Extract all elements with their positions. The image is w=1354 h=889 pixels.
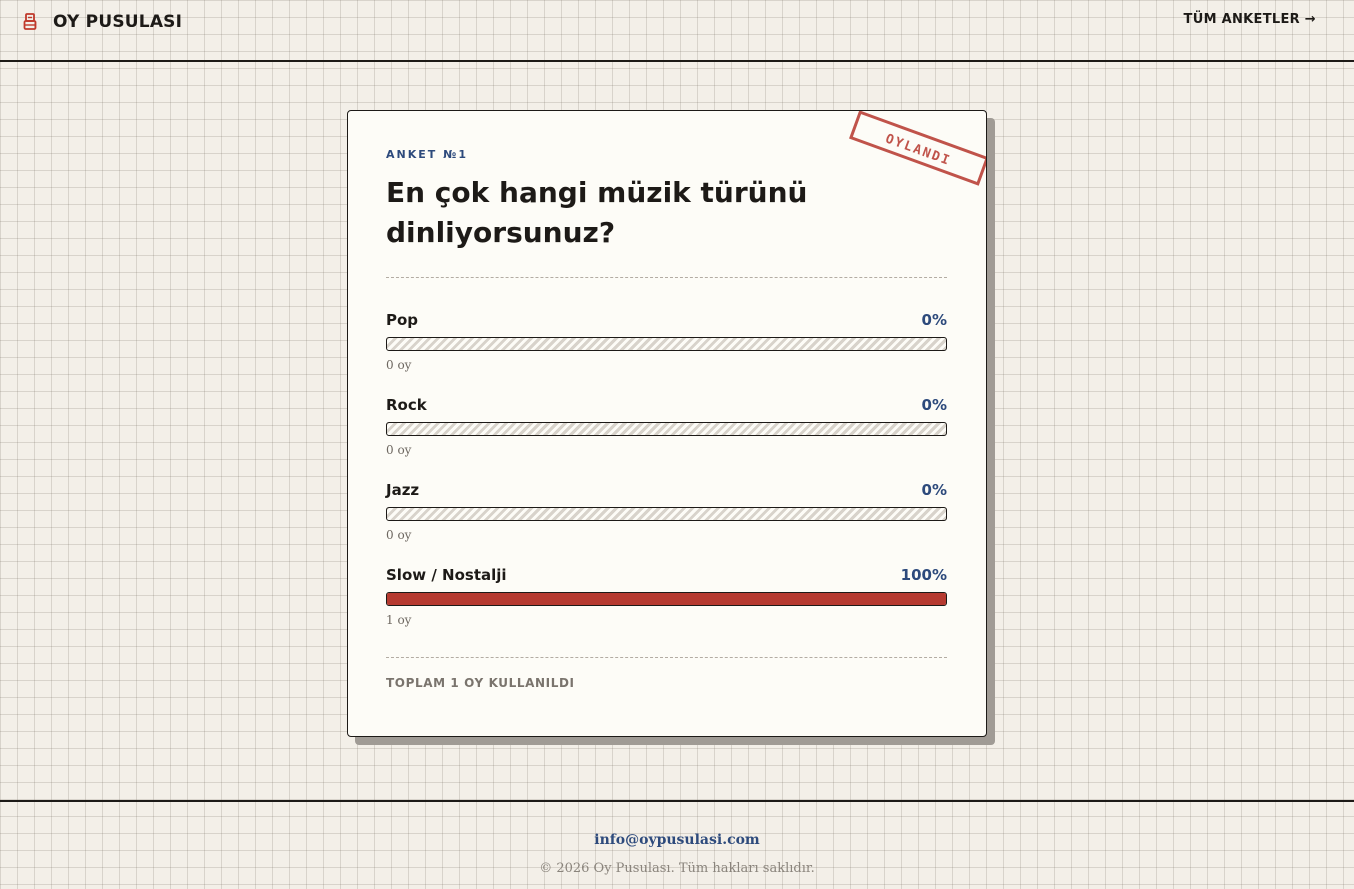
option-percent: 0% (921, 396, 947, 414)
voted-stamp: OYLANDI (849, 111, 986, 186)
copyright-text: © 2026 Oy Pusulası. Tüm hakları saklıdır… (539, 861, 815, 876)
option-votes: 0 oy (386, 358, 412, 372)
option-label: Jazz (386, 481, 420, 499)
poll-card: OYLANDI ANKET №1 En çok hangi müzik türü… (347, 110, 987, 737)
brand-name: OY PUSULASI (53, 12, 183, 32)
option-rock: Rock 0% 0 oy (386, 396, 947, 466)
option-percent: 0% (921, 311, 947, 329)
option-percent: 100% (900, 566, 947, 584)
contact-email-link[interactable]: info@oypusulasi.com (0, 832, 1354, 848)
option-percent: 0% (921, 481, 947, 499)
option-votes: 1 oy (386, 613, 412, 627)
option-jazz: Jazz 0% 0 oy (386, 481, 947, 551)
option-bar (386, 337, 947, 351)
site-footer: info@oypusulasi.com © 2026 Oy Pusulası. … (0, 800, 1354, 889)
site-header: OY PUSULASI TÜM ANKETLER → (0, 0, 1354, 62)
brand-logo[interactable]: OY PUSULASI (22, 12, 182, 32)
option-pop: Pop 0% 0 oy (386, 311, 947, 381)
option-votes: 0 oy (386, 528, 412, 542)
divider-top (386, 277, 947, 278)
option-bar (386, 592, 947, 606)
option-bar (386, 422, 947, 436)
option-bar (386, 507, 947, 521)
option-label: Rock (386, 396, 427, 414)
ballot-box-icon (22, 12, 38, 32)
divider-bottom (386, 657, 947, 658)
option-label: Pop (386, 311, 419, 329)
option-bar-fill (387, 593, 946, 605)
option-slow-nostalji: Slow / Nostalji 100% 1 oy (386, 566, 947, 636)
poll-number: ANKET №1 (386, 148, 468, 161)
all-polls-link[interactable]: TÜM ANKETLER → (1184, 12, 1316, 27)
option-label: Slow / Nostalji (386, 566, 507, 584)
total-votes: TOPLAM 1 OY KULLANILDI (386, 676, 575, 690)
option-votes: 0 oy (386, 443, 412, 457)
poll-question: En çok hangi müzik türünü dinliyorsunuz? (386, 176, 808, 249)
